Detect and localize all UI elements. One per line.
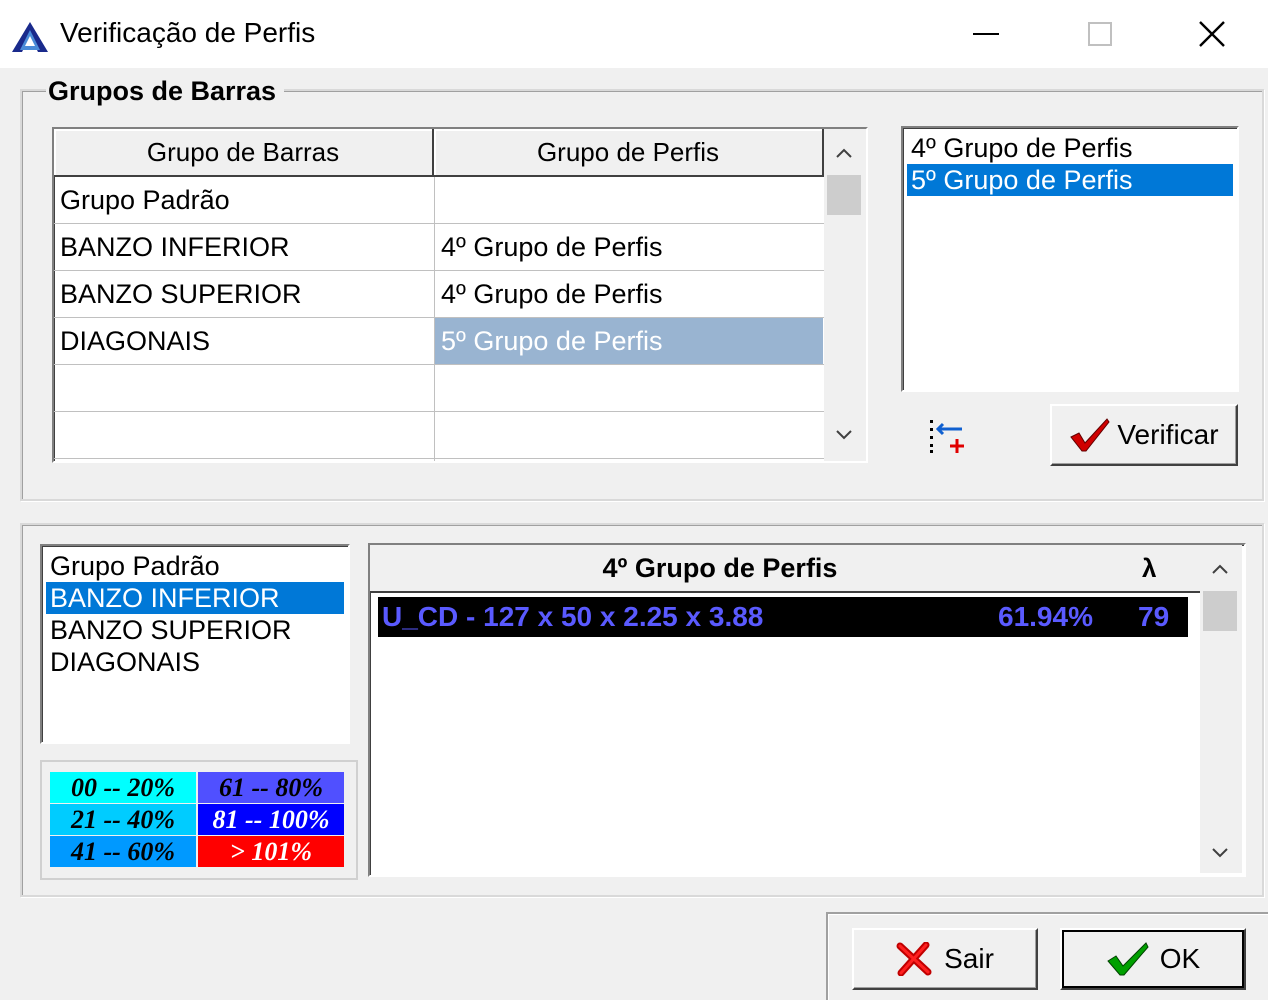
grid-cell-profile-group[interactable]: [435, 177, 823, 223]
sair-label: Sair: [944, 943, 994, 974]
chevron-down-icon: [836, 430, 852, 440]
results-scroll-down-arrow[interactable]: [1200, 833, 1240, 873]
chevron-up-icon: [1212, 564, 1228, 574]
groupbox-title: Grupos de Barras: [46, 76, 285, 107]
assign-group-button[interactable]: [926, 416, 970, 456]
grid-cell-bar-group[interactable]: [54, 365, 434, 411]
chevron-up-icon: [836, 148, 852, 158]
profile-group-item[interactable]: 4º Grupo de Perfis: [907, 132, 1233, 164]
checkmark-icon: [1107, 942, 1149, 976]
legend-item: 00 -- 20%: [50, 772, 196, 803]
grid-row-divider: [54, 458, 824, 459]
chevron-down-icon: [1212, 848, 1228, 858]
legend-item: > 101%: [198, 836, 344, 867]
legend-item: 61 -- 80%: [198, 772, 344, 803]
results-scrollbar[interactable]: [1200, 545, 1242, 873]
grid-cell-profile-group[interactable]: [435, 412, 823, 458]
grid-cell-profile-group[interactable]: 4º Grupo de Perfis: [435, 271, 823, 317]
grid-cell-profile-group[interactable]: 5º Grupo de Perfis: [435, 318, 823, 364]
scroll-up-arrow[interactable]: [824, 133, 864, 173]
minimize-icon: [973, 33, 999, 35]
results-scroll-up-arrow[interactable]: [1200, 549, 1240, 589]
result-profile: U_CD - 127 x 50 x 2.25 x 3.88: [382, 601, 764, 632]
ok-button[interactable]: OK: [1060, 928, 1246, 990]
result-lambda: 79: [1138, 601, 1170, 632]
results-panel[interactable]: 4º Grupo de Perfis λ U_CD - 127 x 50 x 2…: [368, 543, 1246, 877]
bar-group-item[interactable]: Grupo Padrão: [46, 550, 344, 582]
app-logo-icon: [12, 22, 48, 52]
bar-group-item[interactable]: BANZO INFERIOR: [46, 582, 344, 614]
profile-group-list[interactable]: 4º Grupo de Perfis 5º Grupo de Perfis: [901, 126, 1239, 392]
grid-cell-bar-group[interactable]: [54, 412, 434, 458]
bar-group-item[interactable]: DIAGONAIS: [46, 646, 344, 678]
results-header: 4º Grupo de Perfis λ: [370, 545, 1200, 593]
column-header-grupo-de-perfis[interactable]: Grupo de Perfis: [434, 129, 824, 177]
title-bar: Verificação de Perfis: [0, 0, 1268, 68]
scroll-down-arrow[interactable]: [824, 415, 864, 455]
result-row[interactable]: U_CD - 127 x 50 x 2.25 x 3.88 61.94% 79: [378, 597, 1188, 637]
profile-group-item[interactable]: 5º Grupo de Perfis: [907, 164, 1233, 196]
x-cancel-icon: [896, 942, 932, 976]
grid-cell-profile-group[interactable]: [435, 365, 823, 411]
legend-item: 21 -- 40%: [50, 804, 196, 835]
scroll-thumb[interactable]: [827, 175, 861, 215]
grid-cell-bar-group[interactable]: BANZO SUPERIOR: [54, 271, 434, 317]
results-scroll-thumb[interactable]: [1203, 591, 1237, 631]
close-icon: [1199, 21, 1225, 47]
result-percent: 61.94%: [998, 601, 1093, 632]
window-title: Verificação de Perfis: [60, 17, 316, 48]
results-header-title: 4º Grupo de Perfis: [602, 553, 838, 583]
legend-panel: 00 -- 20% 61 -- 80% 21 -- 40% 81 -- 100% 41 …: [40, 760, 358, 880]
maximize-icon: [1088, 22, 1112, 46]
column-header-grupo-de-barras[interactable]: Grupo de Barras: [54, 129, 434, 177]
list-add-icon: [930, 420, 964, 453]
legend-item: 41 -- 60%: [50, 836, 196, 867]
bar-groups-list[interactable]: Grupo Padrão BANZO INFERIOR BANZO SUPERIOR…: [40, 544, 350, 744]
grid-cell-bar-group[interactable]: BANZO INFERIOR: [54, 224, 434, 270]
maximize-button[interactable]: [1044, 0, 1156, 68]
grid-cell-bar-group[interactable]: DIAGONAIS: [54, 318, 434, 364]
ok-label: OK: [1159, 943, 1201, 974]
grid-column-divider: [434, 177, 435, 461]
verificar-button[interactable]: Verificar: [1050, 404, 1238, 466]
close-button[interactable]: [1156, 0, 1268, 68]
bar-profile-grid[interactable]: Grupo de Barras Grupo de Perfis Grupo Pa…: [52, 127, 868, 463]
results-header-lambda: λ: [1142, 553, 1157, 583]
legend-item: 81 -- 100%: [198, 804, 344, 835]
sair-button[interactable]: Sair: [852, 928, 1038, 990]
bar-group-item[interactable]: BANZO SUPERIOR: [46, 614, 344, 646]
verificar-label: Verificar: [1117, 419, 1219, 450]
checkmark-icon: [1070, 418, 1111, 452]
grid-scrollbar[interactable]: [824, 129, 866, 461]
grid-cell-profile-group[interactable]: 4º Grupo de Perfis: [435, 224, 823, 270]
grid-cell-bar-group[interactable]: Grupo Padrão: [54, 177, 434, 223]
minimize-button[interactable]: [930, 0, 1042, 68]
